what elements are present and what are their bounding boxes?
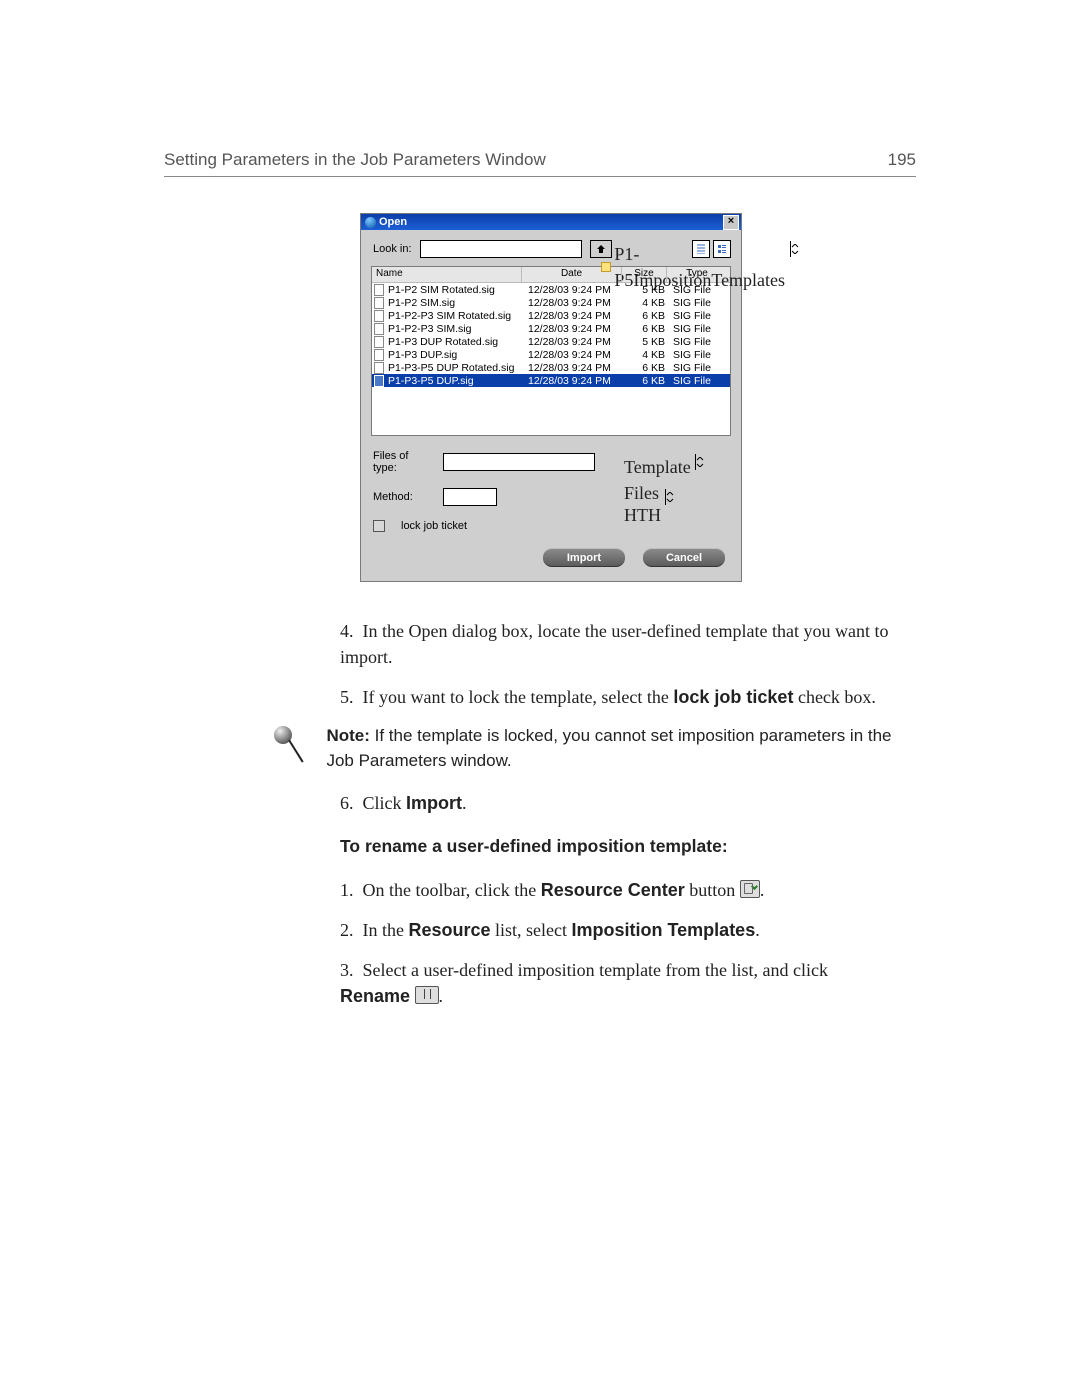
file-icon <box>374 323 384 335</box>
file-size: 5 KB <box>624 336 669 348</box>
file-row[interactable]: P1-P2 SIM Rotated.sig 12/28/03 9:24 PM5 K… <box>372 283 730 296</box>
method-combo[interactable]: HTH <box>443 488 497 506</box>
dialog-title: Open <box>379 216 407 228</box>
lock-job-ticket-checkbox[interactable] <box>373 520 385 532</box>
step-text: Select a user-defined imposition templat… <box>340 960 828 1006</box>
file-date: 12/28/03 9:24 PM <box>524 362 624 374</box>
file-list[interactable]: Name Date Size Type P1-P2 SIM Rotated.si… <box>371 266 731 436</box>
file-name: P1-P2 SIM.sig <box>388 297 455 309</box>
file-date: 12/28/03 9:24 PM <box>524 375 624 387</box>
resource-center-icon <box>740 880 760 898</box>
chevron-updown-icon[interactable] <box>665 489 674 505</box>
dialog-titlebar: Open × <box>361 214 741 230</box>
step-number: 2. <box>340 917 358 943</box>
file-date: 12/28/03 9:24 PM <box>524 310 624 322</box>
file-type: SIG File <box>669 375 729 387</box>
file-row[interactable]: P1-P3 DUP Rotated.sig 12/28/03 9:24 PM5 K… <box>372 335 730 348</box>
file-type: SIG File <box>669 310 729 322</box>
dialog-toolbar: Look in: P1-P5ImpositionTemplates <box>361 230 741 266</box>
file-name: P1-P3-P5 DUP Rotated.sig <box>388 362 514 374</box>
note-text: Note: If the template is locked, you can… <box>326 724 920 773</box>
file-row[interactable]: P1-P2-P3 SIM Rotated.sig 12/28/03 9:24 PM… <box>372 309 730 322</box>
file-size: 6 KB <box>624 310 669 322</box>
app-icon <box>365 217 376 228</box>
file-size: 5 KB <box>624 284 669 296</box>
step-text: Click Import. <box>363 793 467 813</box>
header-page-number: 195 <box>888 150 916 170</box>
file-name: P1-P3 DUP Rotated.sig <box>388 336 498 348</box>
file-size: 6 KB <box>624 375 669 387</box>
list-view-button[interactable] <box>692 240 710 258</box>
cancel-button[interactable]: Cancel <box>643 548 725 567</box>
file-name: P1-P2-P3 SIM Rotated.sig <box>388 310 511 322</box>
file-icon <box>374 375 384 387</box>
file-size: 6 KB <box>624 362 669 374</box>
file-size: 6 KB <box>624 323 669 335</box>
file-list-header[interactable]: Name Date Size Type <box>372 267 730 283</box>
file-row[interactable]: P1-P2-P3 SIM.sig 12/28/03 9:24 PM6 KBSIG … <box>372 322 730 335</box>
step-number: 1. <box>340 877 358 903</box>
rename-icon <box>415 986 439 1004</box>
file-type: SIG File <box>669 336 729 348</box>
step-number: 3. <box>340 957 358 983</box>
col-type[interactable]: Type <box>667 267 727 282</box>
method-label: Method: <box>373 491 433 503</box>
method-value: HTH <box>620 502 665 528</box>
page-header: Setting Parameters in the Job Parameters… <box>164 150 916 177</box>
open-dialog: Open × Look in: P1-P5ImpositionTemplates <box>360 213 742 582</box>
file-date: 12/28/03 9:24 PM <box>524 284 624 296</box>
details-view-button[interactable] <box>713 240 731 258</box>
import-button[interactable]: Import <box>543 548 625 567</box>
col-date[interactable]: Date <box>522 267 622 282</box>
file-type: SIG File <box>669 323 729 335</box>
file-name: P1-P3-P5 DUP.sig <box>388 375 474 387</box>
chevron-updown-icon[interactable] <box>695 454 704 470</box>
file-row[interactable]: P1-P2 SIM.sig 12/28/03 9:24 PM4 KBSIG Fil… <box>372 296 730 309</box>
file-size: 4 KB <box>624 349 669 361</box>
close-icon[interactable]: × <box>723 215 739 230</box>
file-icon <box>374 362 384 374</box>
up-folder-button[interactable] <box>590 240 612 258</box>
file-size: 4 KB <box>624 297 669 309</box>
file-name: P1-P2 SIM Rotated.sig <box>388 284 495 296</box>
lookin-combo[interactable]: P1-P5ImpositionTemplates <box>420 240 582 258</box>
file-icon <box>374 349 384 361</box>
file-type: SIG File <box>669 284 729 296</box>
file-date: 12/28/03 9:24 PM <box>524 349 624 361</box>
col-size[interactable]: Size <box>622 267 667 282</box>
file-icon <box>374 297 384 309</box>
file-row[interactable]: P1-P3-P5 DUP.sig 12/28/03 9:24 PM6 KBSIG … <box>372 374 730 387</box>
file-name: P1-P3 DUP.sig <box>388 349 457 361</box>
file-icon <box>374 310 384 322</box>
file-name: P1-P2-P3 SIM.sig <box>388 323 471 335</box>
lock-job-ticket-label: lock job ticket <box>401 520 467 532</box>
step-text: On the toolbar, click the Resource Cente… <box>363 880 765 900</box>
step-number: 4. <box>340 618 358 644</box>
filetype-combo[interactable]: Template Files <box>443 453 595 471</box>
file-row[interactable]: P1-P3 DUP.sig 12/28/03 9:24 PM4 KBSIG Fil… <box>372 348 730 361</box>
chevron-updown-icon[interactable] <box>790 241 799 257</box>
step-text: In the Resource list, select Imposition … <box>363 920 760 940</box>
step-number: 6. <box>340 790 358 816</box>
file-date: 12/28/03 9:24 PM <box>524 336 624 348</box>
filetype-value: Template Files <box>620 454 695 506</box>
subheading: To rename a user-defined imposition temp… <box>340 834 920 859</box>
step-text: In the Open dialog box, locate the user-… <box>340 621 888 667</box>
file-icon <box>374 284 384 296</box>
header-title: Setting Parameters in the Job Parameters… <box>164 150 546 170</box>
step-text: If you want to lock the template, select… <box>363 687 876 707</box>
lookin-label: Look in: <box>373 243 412 255</box>
file-type: SIG File <box>669 362 729 374</box>
filetype-label: Files of type: <box>373 450 433 474</box>
file-type: SIG File <box>669 297 729 309</box>
file-row[interactable]: P1-P3-P5 DUP Rotated.sig 12/28/03 9:24 PM… <box>372 361 730 374</box>
col-name[interactable]: Name <box>372 267 522 282</box>
file-type: SIG File <box>669 349 729 361</box>
file-icon <box>374 336 384 348</box>
file-date: 12/28/03 9:24 PM <box>524 323 624 335</box>
step-number: 5. <box>340 684 358 710</box>
file-date: 12/28/03 9:24 PM <box>524 297 624 309</box>
pushpin-icon <box>270 724 312 773</box>
